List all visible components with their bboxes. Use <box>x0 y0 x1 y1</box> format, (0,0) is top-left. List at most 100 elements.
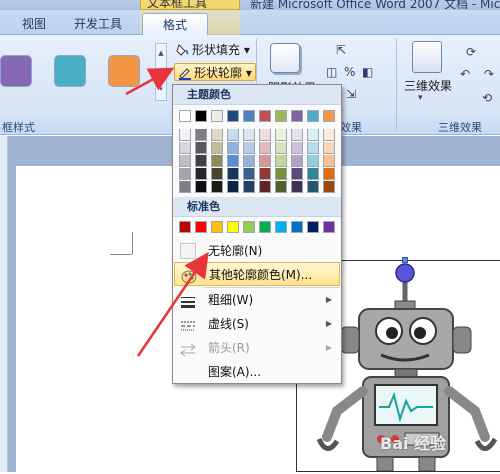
theme-shade-swatch[interactable] <box>323 129 335 141</box>
theme-shade-swatch[interactable] <box>275 168 287 180</box>
theme-shade-swatch[interactable] <box>323 142 335 154</box>
theme-shade-swatch[interactable] <box>275 181 287 193</box>
tab-view[interactable]: 视图 <box>14 13 54 35</box>
theme-shade-swatch[interactable] <box>227 142 239 154</box>
theme-shade-swatch[interactable] <box>179 142 191 154</box>
theme-shade-swatch[interactable] <box>227 155 239 167</box>
chevron-down-icon: ▾ <box>418 93 423 103</box>
tilt-left-icon[interactable]: ↶ <box>460 67 470 81</box>
weight-item[interactable]: 粗细(W) ▶ <box>174 288 340 312</box>
theme-shade-swatch[interactable] <box>243 155 255 167</box>
theme-shade-swatch[interactable] <box>179 155 191 167</box>
dashes-item[interactable]: 虚线(S) ▶ <box>174 312 340 336</box>
theme-shade-swatch[interactable] <box>275 129 287 141</box>
theme-shade-swatch[interactable] <box>179 181 191 193</box>
theme-color-swatch[interactable] <box>307 110 319 122</box>
theme-shade-swatch[interactable] <box>323 168 335 180</box>
theme-color-swatch[interactable] <box>227 110 239 122</box>
theme-color-swatch[interactable] <box>179 110 191 122</box>
theme-shade-swatch[interactable] <box>259 155 271 167</box>
theme-shade-swatch[interactable] <box>195 155 207 167</box>
tab-format[interactable]: 格式 <box>142 13 208 35</box>
tab-developer[interactable]: 开发工具 <box>68 13 128 35</box>
theme-shade-swatch[interactable] <box>291 168 303 180</box>
theme-color-swatch[interactable] <box>291 110 303 122</box>
theme-shade-swatch[interactable] <box>211 129 223 141</box>
theme-shade-swatch[interactable] <box>259 168 271 180</box>
no-outline-item[interactable]: 无轮廓(N) <box>174 239 340 263</box>
theme-shade-swatch[interactable] <box>291 181 303 193</box>
theme-shade-swatch[interactable] <box>307 155 319 167</box>
theme-shade-swatch[interactable] <box>243 181 255 193</box>
arrows-item[interactable]: 箭头(R) ▶ <box>174 336 340 360</box>
theme-shade-swatch[interactable] <box>307 129 319 141</box>
theme-color-swatch[interactable] <box>211 110 223 122</box>
selection-handle[interactable] <box>402 257 408 263</box>
tilt-right-icon[interactable]: ↷ <box>484 67 494 81</box>
shadow-effect-button[interactable] <box>270 43 300 73</box>
standard-color-swatch[interactable] <box>179 221 191 233</box>
theme-shade-swatch[interactable] <box>195 168 207 180</box>
standard-color-swatch[interactable] <box>243 221 255 233</box>
theme-shade-swatch[interactable] <box>179 168 191 180</box>
tilt-up-icon[interactable]: ⟳ <box>466 45 476 59</box>
theme-shade-swatch[interactable] <box>195 181 207 193</box>
theme-shade-swatch[interactable] <box>211 181 223 193</box>
theme-shade-swatch[interactable] <box>259 142 271 154</box>
theme-shade-swatch[interactable] <box>323 181 335 193</box>
nudge-shadow-down-icon[interactable]: ⇲ <box>346 87 356 101</box>
theme-shade-swatch[interactable] <box>307 168 319 180</box>
nudge-shadow-left-icon[interactable]: ◫ <box>326 65 337 79</box>
theme-shade-swatch[interactable] <box>179 129 191 141</box>
shape-fill-label: 形状填充 <box>192 43 241 57</box>
theme-color-swatch[interactable] <box>195 110 207 122</box>
theme-shade-swatch[interactable] <box>211 168 223 180</box>
theme-shade-swatch[interactable] <box>211 155 223 167</box>
theme-shade-swatch[interactable] <box>243 168 255 180</box>
style-swatch-purple[interactable] <box>0 55 32 87</box>
theme-shade-swatch[interactable] <box>259 181 271 193</box>
theme-shade-swatch[interactable] <box>243 142 255 154</box>
tilt-down-icon[interactable]: ⟲ <box>482 91 492 105</box>
standard-color-swatch[interactable] <box>323 221 335 233</box>
theme-shade-swatch[interactable] <box>211 142 223 154</box>
shadow-toggle-icon[interactable]: % <box>344 65 355 79</box>
theme-shade-swatch[interactable] <box>307 142 319 154</box>
standard-color-swatch[interactable] <box>211 221 223 233</box>
theme-shade-swatch[interactable] <box>227 129 239 141</box>
theme-color-swatch[interactable] <box>259 110 271 122</box>
theme-shade-swatch[interactable] <box>227 181 239 193</box>
threeD-effect-button[interactable] <box>412 41 442 73</box>
standard-color-swatch[interactable] <box>275 221 287 233</box>
theme-shade-swatch[interactable] <box>259 129 271 141</box>
theme-color-swatch[interactable] <box>323 110 335 122</box>
standard-color-swatch[interactable] <box>259 221 271 233</box>
standard-color-swatch[interactable] <box>307 221 319 233</box>
shape-outline-button[interactable]: 形状轮廓 ▾ <box>174 63 256 81</box>
theme-color-swatch[interactable] <box>275 110 287 122</box>
standard-color-swatch[interactable] <box>195 221 207 233</box>
style-swatch-orange[interactable] <box>108 55 140 87</box>
theme-shade-swatch[interactable] <box>275 142 287 154</box>
theme-shade-swatch[interactable] <box>275 155 287 167</box>
theme-shade-swatch[interactable] <box>243 129 255 141</box>
shape-fill-button[interactable]: 形状填充 ▾ <box>176 41 250 59</box>
pattern-item[interactable]: 图案(A)... <box>174 360 340 384</box>
theme-shade-swatch[interactable] <box>291 142 303 154</box>
theme-shade-swatch[interactable] <box>227 168 239 180</box>
nudge-shadow-right-icon[interactable]: ◧ <box>362 65 373 79</box>
theme-shade-swatch[interactable] <box>195 129 207 141</box>
style-gallery-scroll[interactable]: ▲ ▼ ▾ <box>155 43 167 101</box>
standard-color-swatch[interactable] <box>291 221 303 233</box>
style-swatch-teal[interactable] <box>54 55 86 87</box>
theme-shade-swatch[interactable] <box>291 155 303 167</box>
theme-color-swatch[interactable] <box>243 110 255 122</box>
theme-shade-swatch[interactable] <box>291 129 303 141</box>
contextual-tool-tab[interactable]: 文本框工具 <box>140 0 240 10</box>
theme-shade-swatch[interactable] <box>323 155 335 167</box>
theme-shade-swatch[interactable] <box>307 181 319 193</box>
theme-shade-swatch[interactable] <box>195 142 207 154</box>
standard-color-swatch[interactable] <box>227 221 239 233</box>
nudge-shadow-up-icon[interactable]: ⇱ <box>336 43 346 57</box>
more-outline-colors-item[interactable]: 其他轮廓颜色(M)... <box>174 262 340 286</box>
